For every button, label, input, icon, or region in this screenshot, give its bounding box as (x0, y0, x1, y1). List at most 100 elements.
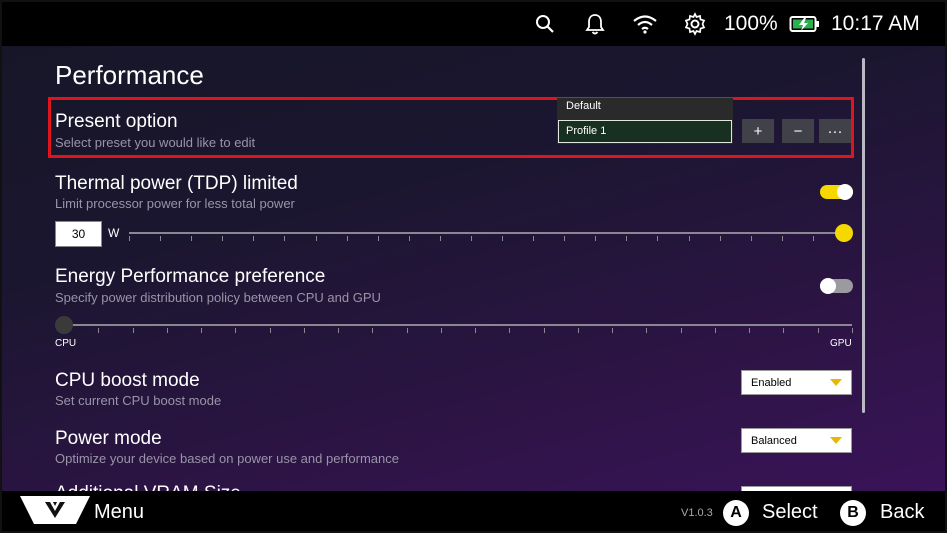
slider-tick (543, 328, 545, 333)
status-bar: 100% 10:17 AM (2, 2, 945, 46)
slider-tick (160, 236, 162, 241)
battery-charging-icon (788, 11, 822, 37)
slider-tick (475, 328, 477, 333)
scrollbar[interactable] (862, 58, 865, 413)
vram-title: Additional VRAM Size (55, 483, 241, 491)
boost-mode-select[interactable]: Enabled (741, 370, 852, 395)
slider-tick (750, 236, 752, 241)
slider-tick (577, 328, 579, 333)
wifi-icon[interactable] (630, 11, 660, 37)
back-label[interactable]: Back (880, 501, 924, 524)
power-title: Power mode (55, 428, 162, 449)
b-button-icon[interactable]: B (840, 500, 866, 526)
epp-subtitle: Specify power distribution policy betwee… (55, 290, 381, 305)
slider-tick (222, 236, 224, 241)
slider-tick (408, 236, 410, 241)
slider-tick (714, 328, 716, 333)
tdp-subtitle: Limit processor power for less total pow… (55, 196, 295, 211)
slider-tick (166, 328, 168, 333)
epp-title: Energy Performance preference (55, 266, 326, 287)
slider-min-label: CPU (55, 338, 77, 349)
power-mode-value: Balanced (751, 435, 797, 447)
slider-tick (372, 328, 374, 333)
app-window: 100% 10:17 AM Performance Present option… (0, 0, 947, 533)
tdp-title: Thermal power (TDP) limited (55, 173, 298, 194)
power-subtitle: Optimize your device based on power use … (55, 451, 399, 466)
select-label[interactable]: Select (762, 501, 818, 524)
slider-tick (338, 328, 340, 333)
add-preset-button[interactable]: + (742, 119, 774, 143)
bell-icon[interactable] (583, 11, 607, 37)
chevron-down-icon (830, 379, 842, 386)
power-mode-select[interactable]: Balanced (741, 428, 852, 453)
chevron-down-icon (830, 437, 842, 444)
search-icon[interactable] (533, 11, 557, 37)
slider-tick (646, 328, 648, 333)
slider-max-label: GPU (830, 338, 852, 349)
tdp-toggle[interactable] (820, 184, 853, 200)
slider-thumb[interactable] (835, 224, 853, 242)
footer-bar: Menu V1.0.3 A Select B Back (2, 491, 945, 531)
slider-tick (781, 236, 783, 241)
slider-tick (817, 328, 819, 333)
boost-subtitle: Set current CPU boost mode (55, 393, 222, 408)
slider-tick (377, 236, 379, 241)
tdp-value-input[interactable]: 30 (55, 221, 102, 247)
preset-option-selected[interactable]: Profile 1 (558, 120, 732, 143)
preset-dropdown-list[interactable]: Default Profile 1 (557, 98, 733, 144)
menu-button[interactable] (20, 496, 90, 524)
slider-tick (749, 328, 751, 333)
epp-toggle[interactable] (820, 278, 853, 294)
remove-preset-button[interactable]: − (782, 119, 814, 143)
boost-mode-value: Enabled (751, 377, 792, 389)
slider-thumb[interactable] (55, 316, 73, 334)
clock: 10:17 AM (831, 12, 920, 35)
slider-tick (132, 328, 134, 333)
slider-tick (406, 328, 408, 333)
slider-tick (509, 328, 511, 333)
version-label: V1.0.3 (681, 507, 713, 519)
slider-tick (626, 236, 628, 241)
slider-tick (191, 236, 193, 241)
boost-title: CPU boost mode (55, 370, 200, 391)
gear-icon[interactable] (682, 11, 708, 37)
slider-tick (852, 328, 853, 333)
battery-percent: 100% (724, 12, 778, 35)
slider-tick (502, 236, 504, 241)
slider-track[interactable] (129, 232, 844, 234)
slider-tick (533, 236, 535, 241)
slider-tick (680, 328, 682, 333)
preset-subtitle: Select preset you would like to edit (55, 135, 256, 150)
logo-icon (45, 502, 65, 518)
toggle-knob (820, 278, 836, 294)
slider-tick (688, 236, 690, 241)
slider-tick (440, 328, 442, 333)
slider-tick (201, 328, 203, 333)
slider-tick (564, 236, 566, 241)
slider-tick (315, 236, 317, 241)
slider-tick (719, 236, 721, 241)
slider-tick (612, 328, 614, 333)
slider-tick (303, 328, 305, 333)
page-title: Performance (55, 60, 204, 90)
toggle-knob (837, 184, 853, 200)
a-button-icon[interactable]: A (723, 500, 749, 526)
slider-tick (346, 236, 348, 241)
slider-tick (657, 236, 659, 241)
slider-tick (235, 328, 237, 333)
slider-tick (269, 328, 271, 333)
slider-tick (812, 236, 814, 241)
slider-tick (253, 236, 255, 241)
slider-tick (595, 236, 597, 241)
slider-tick (284, 236, 286, 241)
preset-selected-label: Profile 1 (566, 125, 607, 137)
slider-track[interactable] (64, 324, 852, 326)
slider-tick (129, 236, 130, 241)
preset-option-default[interactable]: Default (566, 100, 601, 112)
slider-tick (439, 236, 441, 241)
more-options-button[interactable]: ··· (819, 119, 851, 143)
slider-tick (98, 328, 100, 333)
preset-title: Present option (55, 111, 178, 132)
tdp-unit: W (108, 226, 120, 240)
menu-label[interactable]: Menu (94, 501, 144, 524)
